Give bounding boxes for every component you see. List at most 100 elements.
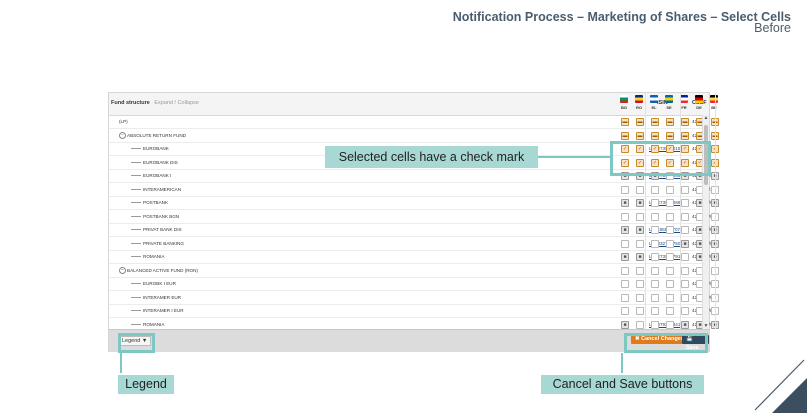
selection-cell-el[interactable]: ▬ bbox=[651, 131, 659, 140]
table-row[interactable]: INTERAMER I EUR4208/36/05 bbox=[109, 304, 719, 318]
expand-collapse-link[interactable]: Expand / Collapse bbox=[154, 100, 199, 106]
country-column-de[interactable]: DE bbox=[693, 95, 705, 110]
column-divider bbox=[680, 93, 681, 329]
selection-cell-fr[interactable] bbox=[681, 280, 689, 288]
selection-cell-se[interactable] bbox=[666, 239, 674, 248]
selection-cell-el[interactable] bbox=[651, 280, 659, 288]
selection-cell-ro[interactable]: ▬ bbox=[636, 118, 644, 126]
selection-cell-fr[interactable] bbox=[681, 293, 689, 302]
selection-cell-bg[interactable] bbox=[621, 239, 629, 248]
table-row[interactable]: INTERAMER EUR4208/36/04 bbox=[109, 291, 719, 305]
selection-cell-bg[interactable] bbox=[621, 293, 629, 302]
selection-cell-el[interactable]: ▬ bbox=[651, 118, 659, 126]
selection-cell-bg[interactable] bbox=[621, 185, 629, 194]
selection-cell-fr[interactable] bbox=[681, 226, 689, 234]
selection-cell-ro[interactable] bbox=[636, 239, 644, 248]
country-code: BG bbox=[621, 105, 627, 110]
country-column-be[interactable]: BE bbox=[708, 95, 720, 110]
selection-cell-se[interactable] bbox=[666, 307, 674, 315]
selection-cell-se[interactable] bbox=[666, 320, 674, 329]
fund-name: BALANCED ACTIVE FUND (RON) bbox=[127, 267, 198, 273]
selection-cell-se[interactable] bbox=[666, 212, 674, 221]
selection-cell-se[interactable] bbox=[666, 266, 674, 275]
flag-icon bbox=[635, 95, 643, 103]
country-column-bg[interactable]: BG bbox=[618, 95, 630, 110]
selection-cell-se[interactable] bbox=[666, 199, 674, 207]
selection-cell-se[interactable] bbox=[666, 293, 674, 302]
country-column-ro[interactable]: RO bbox=[633, 95, 645, 110]
tree-connector bbox=[131, 296, 141, 298]
selection-cell-ro[interactable] bbox=[636, 293, 644, 302]
selection-cell-se[interactable] bbox=[666, 185, 674, 194]
selection-cell-ro[interactable]: ■ bbox=[636, 253, 644, 261]
selection-cell-fr[interactable]: ■ bbox=[681, 320, 689, 329]
tree-connector bbox=[131, 202, 141, 203]
table-row[interactable]: PRIVAT BANK DISLU11955327074208/17/09■■■… bbox=[109, 223, 719, 237]
selection-cell-bg[interactable] bbox=[621, 212, 629, 221]
country-column-se[interactable]: SE bbox=[663, 95, 675, 110]
fund-name: INTERAMER EUR bbox=[143, 294, 182, 300]
tree-connector bbox=[131, 161, 141, 163]
collapse-toggle-icon[interactable]: − bbox=[119, 266, 126, 274]
checkmark-callout: Selected cells have a check mark bbox=[325, 146, 538, 168]
selection-cell-se[interactable]: ▬ bbox=[666, 118, 674, 126]
selection-cell-el[interactable] bbox=[651, 212, 659, 221]
collapse-toggle-icon[interactable]: − bbox=[119, 131, 126, 139]
table-row[interactable]: POSTBANKLU02739682884208/17/05■■■■ bbox=[109, 196, 719, 210]
selection-cell-fr[interactable] bbox=[681, 212, 689, 221]
table-row[interactable]: INTERAMERICAN4208/17/10 bbox=[109, 183, 719, 197]
selection-cell-se[interactable] bbox=[666, 280, 674, 288]
selection-cell-se[interactable]: ▬ bbox=[666, 131, 674, 140]
selection-cell-el[interactable] bbox=[651, 266, 659, 275]
selection-cell-ro[interactable] bbox=[636, 212, 644, 221]
selection-cell-ro[interactable] bbox=[636, 280, 644, 288]
table-row[interactable]: PRIVATE BANKINGLU10327067504208/17/07■■■ bbox=[109, 237, 719, 251]
selection-cell-el[interactable] bbox=[651, 199, 659, 207]
selection-cell-fr[interactable]: ▬ bbox=[681, 131, 689, 140]
table-row[interactable]: (LP)4208▬▬▬▬▬▬▬ bbox=[109, 115, 719, 129]
selection-cell-bg[interactable] bbox=[621, 280, 629, 288]
table-row[interactable]: −BALANCED ACTIVE FUND (RON)4208/36 bbox=[109, 264, 719, 278]
selection-cell-ro[interactable] bbox=[636, 266, 644, 275]
selection-cell-el[interactable] bbox=[651, 293, 659, 302]
selection-cell-ro[interactable]: ■ bbox=[636, 226, 644, 234]
table-row[interactable]: ROMANIALU02739687914208/17/01■■■■ bbox=[109, 250, 719, 264]
selection-cell-fr[interactable] bbox=[681, 307, 689, 315]
selection-cell-bg[interactable] bbox=[621, 307, 629, 315]
selection-cell-bg[interactable]: ■ bbox=[621, 320, 629, 329]
flag-icon bbox=[620, 95, 628, 103]
selection-cell-bg[interactable] bbox=[621, 266, 629, 275]
selection-cell-fr[interactable] bbox=[681, 266, 689, 275]
selection-cell-ro[interactable]: ■ bbox=[636, 199, 644, 207]
selection-cell-ro[interactable]: ▬ bbox=[636, 131, 644, 140]
selection-cell-fr[interactable] bbox=[681, 253, 689, 261]
buttons-highlight bbox=[624, 333, 708, 353]
selection-cell-el[interactable] bbox=[651, 185, 659, 194]
country-column-el[interactable]: EL bbox=[648, 95, 660, 110]
table-row[interactable]: EUROBK I EUR4208/36/03 bbox=[109, 277, 719, 291]
selection-cell-el[interactable] bbox=[651, 253, 659, 261]
scroll-up-icon[interactable]: ▲ bbox=[703, 115, 709, 121]
fund-name: POSTBANK BGN bbox=[143, 213, 180, 219]
selection-cell-bg[interactable]: ▬ bbox=[621, 131, 629, 140]
selection-cell-bg[interactable]: ■ bbox=[621, 253, 629, 261]
selection-cell-ro[interactable] bbox=[636, 320, 644, 329]
selection-cell-el[interactable] bbox=[651, 320, 659, 329]
selection-cell-bg[interactable]: ■ bbox=[621, 226, 629, 234]
selection-cell-fr[interactable] bbox=[681, 185, 689, 194]
selection-cell-se[interactable] bbox=[666, 253, 674, 261]
selection-cell-el[interactable] bbox=[651, 307, 659, 315]
selection-cell-el[interactable] bbox=[651, 226, 659, 234]
selection-cell-fr[interactable] bbox=[681, 199, 689, 207]
table-row[interactable]: POSTBANK BGN4208/17/06 bbox=[109, 210, 719, 224]
selection-cell-ro[interactable] bbox=[636, 307, 644, 315]
selection-cell-se[interactable] bbox=[666, 226, 674, 234]
selection-cell-fr[interactable]: ▬ bbox=[681, 118, 689, 126]
selection-cell-bg[interactable]: ▬ bbox=[621, 118, 629, 126]
selection-cell-el[interactable] bbox=[651, 239, 659, 248]
selection-cell-bg[interactable]: ■ bbox=[621, 199, 629, 207]
fund-name: ROMANIA bbox=[143, 321, 165, 327]
fund-name: PRIVAT BANK DIS bbox=[143, 227, 182, 232]
selection-cell-ro[interactable] bbox=[636, 185, 644, 194]
selection-cell-fr[interactable]: ■ bbox=[681, 239, 689, 248]
